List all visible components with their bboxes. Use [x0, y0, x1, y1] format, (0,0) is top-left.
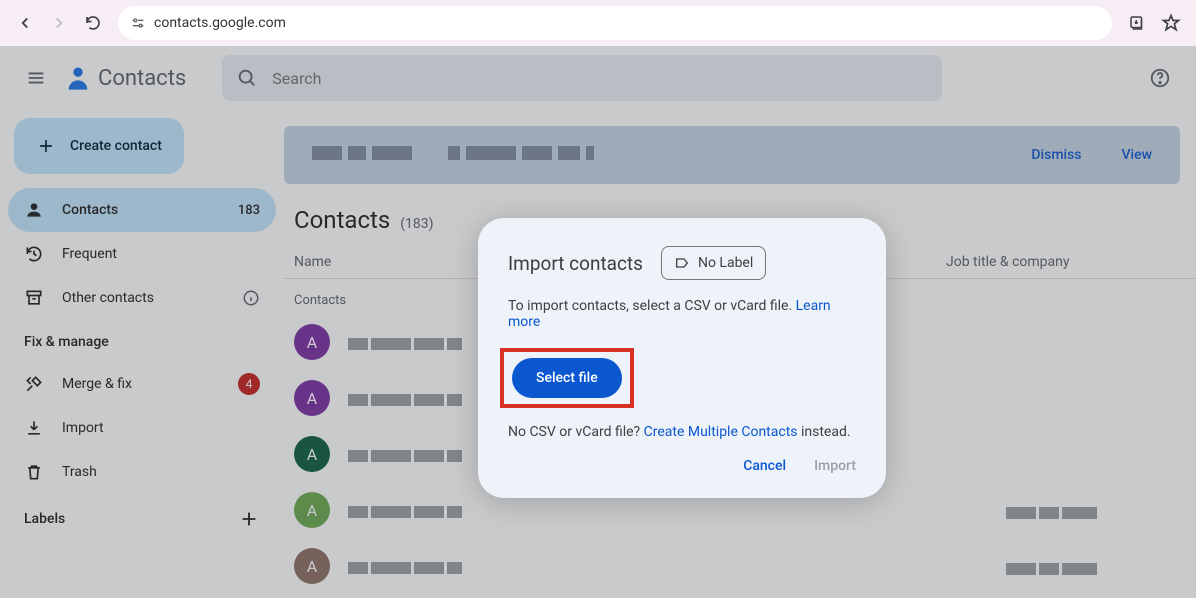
- forward-button[interactable]: [44, 8, 74, 38]
- reload-button[interactable]: [78, 8, 108, 38]
- create-multiple-link[interactable]: Create Multiple Contacts: [644, 424, 798, 440]
- site-settings-icon[interactable]: [130, 15, 146, 31]
- label-selector[interactable]: No Label: [661, 246, 766, 280]
- browser-toolbar: contacts.google.com: [0, 0, 1196, 46]
- dialog-description: To import contacts, select a CSV or vCar…: [508, 298, 856, 330]
- label-icon: [674, 255, 690, 271]
- import-button[interactable]: Import: [814, 458, 856, 474]
- back-button[interactable]: [10, 8, 40, 38]
- install-app-icon[interactable]: [1122, 8, 1152, 38]
- label-text: No Label: [698, 255, 753, 271]
- address-bar[interactable]: contacts.google.com: [118, 6, 1112, 40]
- url-text: contacts.google.com: [154, 15, 286, 31]
- select-file-button[interactable]: Select file: [512, 358, 622, 398]
- import-dialog: Import contacts No Label To import conta…: [478, 218, 886, 498]
- cancel-button[interactable]: Cancel: [743, 458, 786, 474]
- dialog-title: Import contacts: [508, 252, 643, 275]
- dialog-alt: No CSV or vCard file? Create Multiple Co…: [508, 424, 856, 440]
- select-file-highlight: Select file: [500, 348, 634, 408]
- bookmark-icon[interactable]: [1156, 8, 1186, 38]
